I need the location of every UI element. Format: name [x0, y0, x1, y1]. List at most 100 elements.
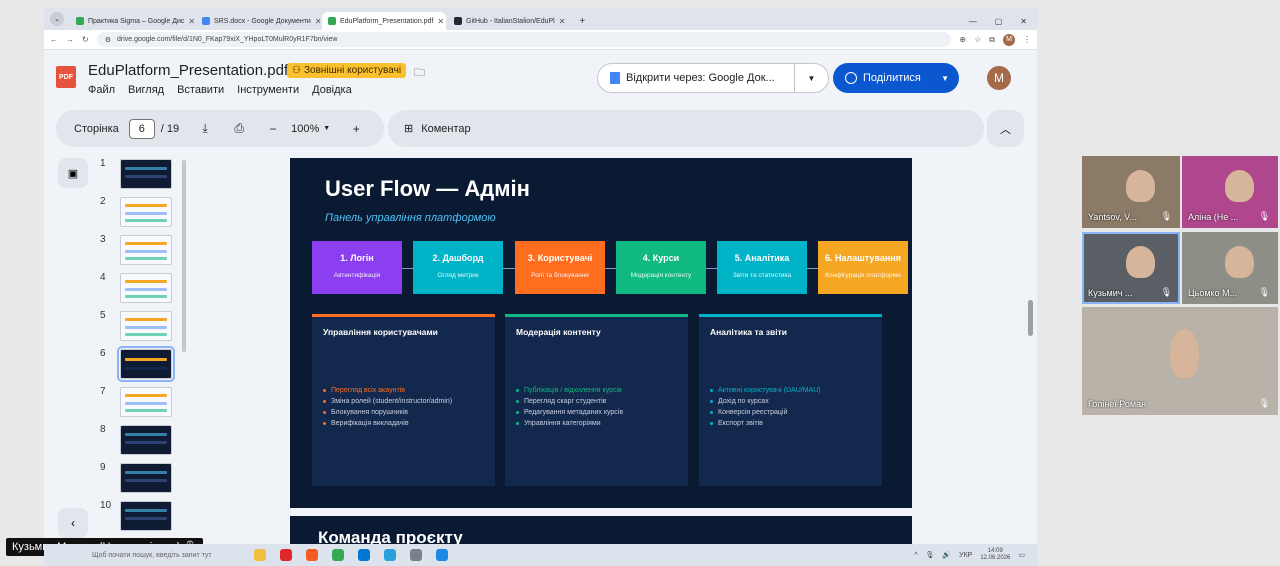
thumbnail-image[interactable]: [120, 273, 172, 303]
viewer-scrollbar[interactable]: [1028, 300, 1033, 336]
print-icon[interactable]: ⎙: [231, 121, 247, 136]
tab-close-icon[interactable]: ✕: [188, 17, 194, 26]
file-title[interactable]: EduPlatform_Presentation.pdf: [88, 62, 288, 79]
menu-item[interactable]: Довідка: [312, 84, 352, 96]
open-with-button[interactable]: Відкрити через: Google Док... ▼: [597, 63, 829, 93]
thumbnail-image[interactable]: [120, 501, 172, 531]
thumbnails-toggle-button[interactable]: ▣: [58, 158, 88, 188]
zoom-out-icon[interactable]: −: [265, 122, 281, 136]
browser-tab[interactable]: SRS.docx - Google Документи ✕: [196, 12, 320, 30]
browser-tab[interactable]: Практика Sigma – Google Дис ✕: [70, 12, 194, 30]
external-users-badge[interactable]: ⚇ Зовнішні користувачі: [287, 63, 407, 78]
site-info-icon[interactable]: ⚙: [105, 36, 111, 44]
participant-tile[interactable]: Цьомко М... 🎙: [1182, 232, 1278, 304]
menu-item[interactable]: Вигляд: [128, 84, 164, 96]
url-input[interactable]: ⚙ drive.google.com/file/d/1N0_FKap79xiX_…: [96, 32, 952, 47]
participant-tile[interactable]: Кузьмич ... 🎙: [1082, 232, 1180, 304]
browser-tab[interactable]: GitHub - ItalianStalion/EduPl ✕: [448, 12, 571, 30]
meet-app-icon[interactable]: [436, 549, 448, 561]
clock[interactable]: 14:09 12.06.2026: [980, 548, 1010, 561]
move-folder-icon[interactable]: 🗀: [414, 64, 425, 83]
taskbar-search[interactable]: Щоб почати пошук, введіть запит тут: [44, 552, 234, 559]
pdf-viewer[interactable]: User Flow — Адмін Панель управління плат…: [194, 156, 1024, 552]
thumbnail-item[interactable]: 1: [100, 156, 190, 194]
reload-icon[interactable]: ↻: [82, 35, 89, 44]
thumbnail-image[interactable]: [120, 235, 172, 265]
share-dropdown-icon[interactable]: ▼: [941, 74, 949, 83]
tray-chevron-icon[interactable]: ^: [914, 552, 917, 559]
tray-mic-icon[interactable]: 🎙: [926, 551, 935, 559]
thumbnail-item[interactable]: 7: [100, 384, 190, 422]
menu-item[interactable]: Інструменти: [237, 84, 299, 96]
page-number-input[interactable]: 6: [128, 118, 155, 139]
tab-close-icon[interactable]: ✕: [559, 17, 566, 26]
thumbnail-image[interactable]: [120, 425, 172, 455]
panel-list-item: Редагування метаданих курсів: [516, 408, 623, 417]
flow-step-title: 1. Логін: [340, 253, 374, 263]
tab-close-icon[interactable]: ✕: [437, 17, 444, 26]
collapse-sidebar-button[interactable]: ‹: [58, 508, 88, 538]
menu-item[interactable]: Файл: [88, 84, 115, 96]
thumbnail-number: 10: [100, 500, 112, 511]
comment-button[interactable]: ⊞ Коментар: [388, 110, 984, 147]
thumbnail-item[interactable]: 6: [100, 346, 190, 384]
collapse-header-button[interactable]: ︿: [987, 110, 1024, 147]
tab-close-icon[interactable]: ✕: [315, 17, 320, 26]
tab-search-icon[interactable]: ⌄: [50, 12, 64, 26]
opera-icon[interactable]: [280, 549, 292, 561]
thumbnail-item[interactable]: 5: [100, 308, 190, 346]
maximize-icon[interactable]: ▢: [995, 17, 1003, 26]
browser-tab[interactable]: EduPlatform_Presentation.pdf ✕: [322, 12, 446, 30]
participant-tile[interactable]: Аліна (Не ... 🎙: [1182, 156, 1278, 228]
thumbnail-image[interactable]: [120, 387, 172, 417]
zoom-in-icon[interactable]: +: [348, 122, 364, 136]
tray-volume-icon[interactable]: 🔊: [942, 551, 951, 559]
thumbnail-image[interactable]: [120, 311, 172, 341]
thumbnail-item[interactable]: 10: [100, 498, 190, 536]
zoom-dropdown-icon[interactable]: ▼: [323, 125, 330, 132]
participant-tile[interactable]: Yantsov, V... 🎙: [1082, 156, 1180, 228]
participant-tile[interactable]: Голінеї Роман 🎙: [1082, 307, 1278, 415]
extensions-icon[interactable]: ⧉: [989, 35, 995, 45]
open-with-label: Відкрити через: Google Док...: [626, 72, 775, 84]
thumbnail-image[interactable]: [120, 159, 172, 189]
thumbnail-item[interactable]: 8: [100, 422, 190, 460]
window-controls: — ▢ ✕: [969, 17, 1027, 26]
back-icon[interactable]: ←: [50, 35, 58, 44]
notifications-icon[interactable]: ▭: [1018, 551, 1025, 559]
chrome-icon[interactable]: [332, 549, 344, 561]
browser-menu-icon[interactable]: ⋮: [1023, 35, 1031, 44]
thumbnail-item[interactable]: 3: [100, 232, 190, 270]
profile-avatar[interactable]: M: [1003, 33, 1015, 46]
bookmark-star-icon[interactable]: ☆: [974, 35, 981, 44]
zoom-level[interactable]: 100%: [291, 123, 319, 135]
forward-icon[interactable]: →: [66, 35, 74, 44]
taskbar-app-icon[interactable]: [410, 549, 422, 561]
download-icon[interactable]: ⤓: [197, 121, 213, 136]
share-button[interactable]: Поділитися ▼: [833, 63, 959, 93]
minimize-icon[interactable]: —: [969, 17, 977, 26]
open-with-dropdown-icon[interactable]: ▼: [794, 64, 828, 92]
new-tab-button[interactable]: +: [579, 16, 585, 27]
taskbar: Щоб почати пошук, введіть запит тут ^ 🎙 …: [44, 544, 1037, 566]
thumbnail-item[interactable]: 2: [100, 194, 190, 232]
menu-item[interactable]: Вставити: [177, 84, 224, 96]
zoom-icon[interactable]: ⊕: [959, 35, 966, 44]
thumbnail-image[interactable]: [117, 346, 175, 382]
close-window-icon[interactable]: ✕: [1020, 17, 1027, 26]
thumbnail-item[interactable]: 4: [100, 270, 190, 308]
thumbnail-number: 2: [100, 196, 106, 207]
pdf-file-icon: PDF: [56, 66, 76, 88]
thumbnail-item[interactable]: 9: [100, 460, 190, 498]
brave-icon[interactable]: [306, 549, 318, 561]
tray-lang[interactable]: УКР: [959, 552, 972, 559]
thumbnail-image[interactable]: [120, 463, 172, 493]
panel-title: Аналітика та звіти: [710, 327, 787, 337]
user-avatar[interactable]: M: [987, 66, 1011, 90]
file-explorer-icon[interactable]: [254, 549, 266, 561]
panel-item-text: Експорт звітів: [718, 420, 763, 428]
vscode-icon[interactable]: [358, 549, 370, 561]
telegram-icon[interactable]: [384, 549, 396, 561]
thumbnail-scrollbar[interactable]: [182, 160, 186, 352]
thumbnail-image[interactable]: [120, 197, 172, 227]
